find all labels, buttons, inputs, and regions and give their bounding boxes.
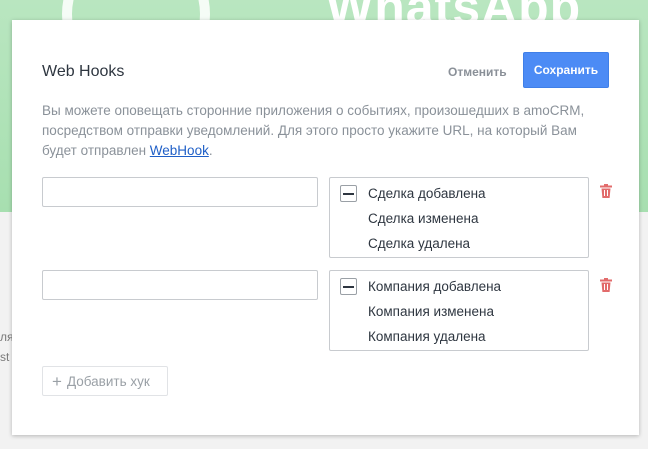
background-side-text: st — [0, 350, 10, 364]
event-option[interactable]: Сделка добавлена — [368, 186, 486, 201]
save-button[interactable]: Сохранить — [523, 52, 609, 88]
event-option[interactable]: Сделка изменена — [368, 211, 478, 226]
modal-title: Web Hooks — [42, 63, 125, 80]
hook-url-input[interactable] — [42, 270, 318, 300]
collapse-toggle-icon[interactable] — [340, 278, 357, 295]
description: Вы можете оповещать сторонние приложения… — [42, 101, 612, 161]
description-end: . — [208, 143, 213, 158]
description-text: Вы можете оповещать сторонние приложения… — [42, 103, 585, 158]
event-option[interactable]: Компания добавлена — [368, 279, 501, 294]
event-option[interactable]: Компания удалена — [368, 329, 486, 344]
hook-events-box: Компания добавлена Компания изменена Ком… — [329, 270, 589, 351]
add-hook-button[interactable]: + Добавить хук — [42, 366, 168, 396]
trash-icon[interactable] — [600, 184, 612, 198]
hook-events-box: Сделка добавлена Сделка изменена Сделка … — [329, 177, 589, 258]
trash-icon[interactable] — [600, 278, 612, 292]
hook-url-input[interactable] — [42, 177, 318, 207]
event-option[interactable]: Компания изменена — [368, 304, 494, 319]
webhook-link[interactable]: WebHook — [150, 143, 209, 158]
cancel-button[interactable]: Отменить — [448, 65, 507, 79]
webhooks-modal: Web Hooks Отменить Сохранить Вы можете о… — [12, 20, 639, 435]
add-hook-label: Добавить хук — [66, 373, 150, 389]
collapse-toggle-icon[interactable] — [340, 185, 357, 202]
event-option[interactable]: Сделка удалена — [368, 236, 470, 251]
plus-icon: + — [52, 371, 62, 391]
